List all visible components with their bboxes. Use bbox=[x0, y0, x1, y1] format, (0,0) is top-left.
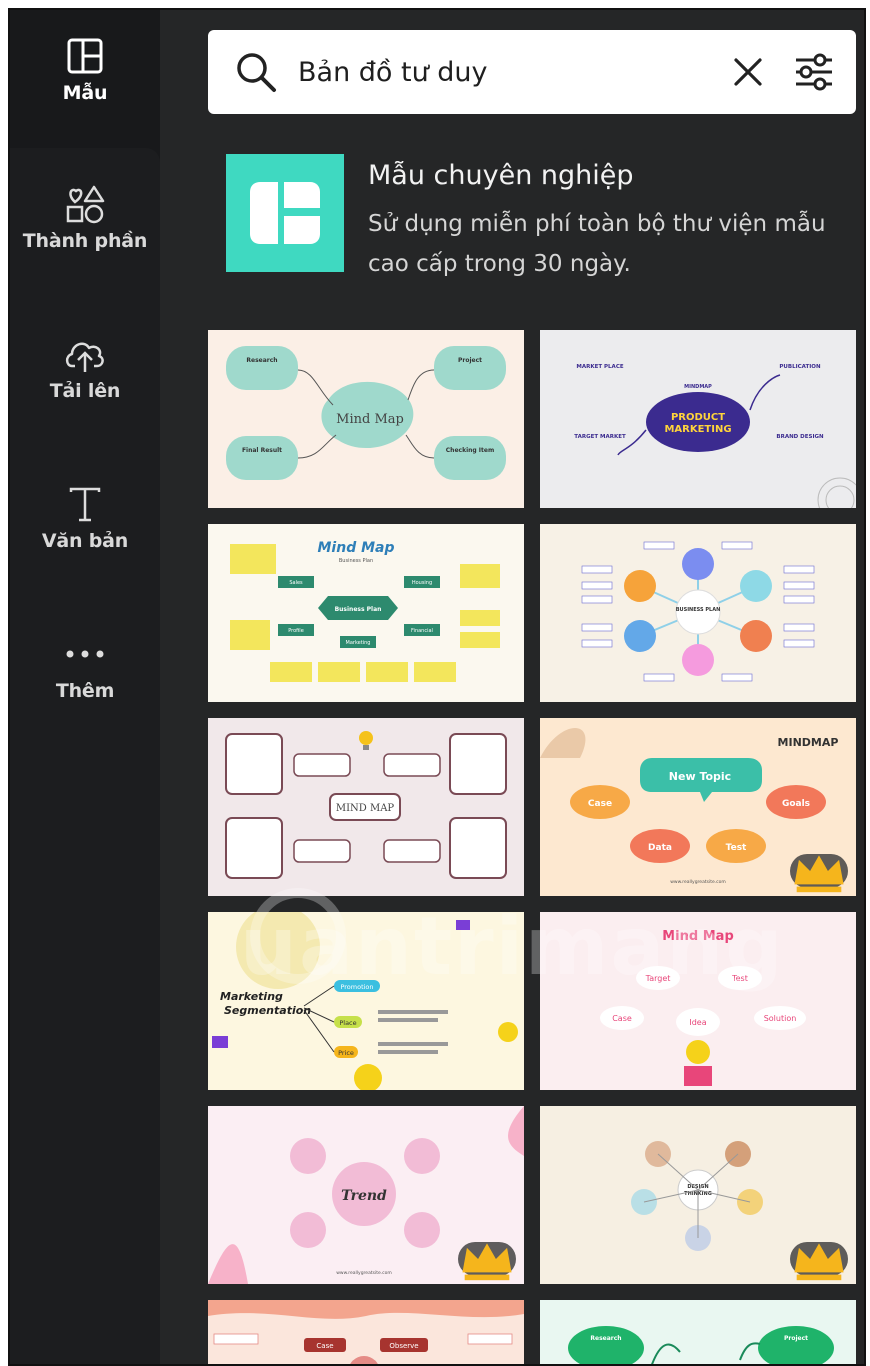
svg-text:www.reallygreatsite.com: www.reallygreatsite.com bbox=[670, 879, 726, 885]
svg-text:Research: Research bbox=[246, 357, 277, 364]
svg-text:PUBLICATION: PUBLICATION bbox=[779, 364, 821, 370]
svg-text:BUSINESS PLAN: BUSINESS PLAN bbox=[676, 607, 721, 613]
svg-text:Case: Case bbox=[588, 799, 612, 809]
text-icon bbox=[63, 482, 107, 526]
svg-text:MARKET PLACE: MARKET PLACE bbox=[576, 364, 623, 370]
svg-text:BRAND DESIGN: BRAND DESIGN bbox=[776, 434, 824, 440]
template-card[interactable]: Marketing Segmentation Promotion Place P… bbox=[208, 912, 524, 1090]
search-bar bbox=[208, 30, 856, 114]
svg-text:PRODUCT: PRODUCT bbox=[671, 412, 725, 423]
upload-cloud-icon bbox=[63, 332, 107, 376]
svg-text:Housing: Housing bbox=[412, 580, 432, 586]
template-card[interactable]: Trend www.reallygreatsite.com bbox=[208, 1106, 524, 1284]
rail-item-text[interactable]: Văn bản bbox=[10, 482, 160, 592]
svg-text:MARKETING: MARKETING bbox=[664, 424, 731, 435]
svg-text:Price: Price bbox=[338, 1049, 354, 1057]
svg-text:New Topic: New Topic bbox=[669, 770, 731, 783]
svg-text:Mind Map: Mind Map bbox=[662, 929, 734, 944]
svg-text:TARGET MARKET: TARGET MARKET bbox=[574, 434, 626, 440]
svg-text:www.reallygreatsite.com: www.reallygreatsite.com bbox=[336, 1270, 392, 1276]
filter-button[interactable] bbox=[790, 48, 838, 96]
rail-item-label: Văn bản bbox=[41, 530, 129, 552]
side-rail: Mẫu Thành phần Tải lên Văn bản Thêm bbox=[10, 10, 160, 1364]
rail-item-templates[interactable]: Mẫu bbox=[10, 34, 160, 144]
rail-item-label: Thành phần bbox=[22, 230, 148, 252]
svg-text:MINDMAP: MINDMAP bbox=[684, 384, 712, 390]
svg-text:Test: Test bbox=[726, 843, 747, 853]
rail-item-uploads[interactable]: Tải lên bbox=[10, 332, 160, 442]
rail-item-elements[interactable]: Thành phần bbox=[10, 182, 160, 292]
rail-item-label: Tải lên bbox=[49, 380, 121, 402]
svg-text:Project: Project bbox=[458, 357, 482, 364]
more-dots-icon bbox=[63, 632, 107, 676]
template-card[interactable]: Research Project bbox=[540, 1300, 856, 1364]
promo-title: Mẫu chuyên nghiệp bbox=[368, 160, 634, 191]
svg-text:Trend: Trend bbox=[341, 1188, 387, 1204]
filter-sliders-icon bbox=[796, 53, 832, 91]
template-card[interactable]: DESIGN THINKING bbox=[540, 1106, 856, 1284]
templates-panel: Mẫu Thành phần Tải lên Văn bản Thêm Bản … bbox=[8, 8, 866, 1366]
rail-item-label: Mẫu bbox=[62, 82, 108, 104]
svg-text:Idea: Idea bbox=[689, 1018, 706, 1027]
template-card[interactable]: MIND MAP bbox=[208, 718, 524, 896]
template-card[interactable]: BUSINESS PLAN bbox=[540, 524, 856, 702]
svg-text:Place: Place bbox=[339, 1019, 356, 1027]
svg-text:Sales: Sales bbox=[289, 580, 303, 586]
svg-text:DESIGN: DESIGN bbox=[687, 1184, 708, 1190]
template-card[interactable]: Mind Map Idea Target Test Case Solution bbox=[540, 912, 856, 1090]
elements-icon bbox=[63, 182, 107, 226]
rail-item-label: Thêm bbox=[55, 680, 115, 702]
svg-text:Checking Item: Checking Item bbox=[446, 447, 494, 454]
svg-text:Marketing: Marketing bbox=[220, 990, 283, 1003]
search-input[interactable] bbox=[298, 48, 708, 96]
template-card[interactable]: MINDMAP New Topic Case Goals Data Test w… bbox=[540, 718, 856, 896]
rail-item-more[interactable]: Thêm bbox=[10, 632, 160, 742]
template-center-text: Mind Map bbox=[336, 412, 404, 427]
crown-icon bbox=[790, 1242, 848, 1281]
svg-text:Business Plan: Business Plan bbox=[335, 606, 382, 613]
svg-text:Case: Case bbox=[612, 1014, 632, 1023]
svg-text:MINDMAP: MINDMAP bbox=[778, 736, 839, 749]
template-card[interactable]: Mind Map Business Plan Business Plan Sal… bbox=[208, 524, 524, 702]
svg-text:Marketing: Marketing bbox=[346, 640, 371, 646]
svg-text:Final Result: Final Result bbox=[242, 447, 282, 454]
svg-text:Project: Project bbox=[784, 1335, 808, 1342]
crown-icon bbox=[790, 854, 848, 893]
svg-text:Financial: Financial bbox=[411, 628, 433, 634]
close-icon bbox=[734, 58, 762, 86]
svg-text:Research: Research bbox=[590, 1335, 621, 1342]
canva-pro-logo-icon bbox=[226, 154, 344, 272]
svg-text:Mind Map: Mind Map bbox=[318, 540, 395, 556]
svg-text:MIND MAP: MIND MAP bbox=[336, 803, 395, 814]
svg-text:Test: Test bbox=[731, 974, 748, 983]
svg-text:Business Plan: Business Plan bbox=[339, 558, 373, 564]
clear-search-button[interactable] bbox=[728, 52, 768, 92]
svg-text:Promotion: Promotion bbox=[340, 983, 373, 991]
svg-text:Target: Target bbox=[645, 974, 671, 983]
templates-icon bbox=[63, 34, 107, 78]
crown-icon bbox=[458, 1242, 516, 1281]
svg-text:Segmentation: Segmentation bbox=[224, 1004, 311, 1017]
svg-text:Data: Data bbox=[648, 843, 672, 853]
search-icon bbox=[234, 50, 278, 94]
svg-text:Observe: Observe bbox=[389, 1342, 418, 1350]
pro-templates-promo[interactable]: Mẫu chuyên nghiệp Sử dụng miễn phí toàn … bbox=[226, 154, 856, 284]
svg-text:Case: Case bbox=[316, 1342, 333, 1350]
svg-text:Profile: Profile bbox=[288, 628, 304, 634]
template-card[interactable]: Case Observe bbox=[208, 1300, 524, 1364]
template-card[interactable]: Mind Map Research Project Final Result C… bbox=[208, 330, 524, 508]
svg-text:Solution: Solution bbox=[764, 1014, 797, 1023]
template-card[interactable]: MINDMAP PRODUCT MARKETING MARKET PLACE P… bbox=[540, 330, 856, 508]
promo-description: Sử dụng miễn phí toàn bộ thư viện mẫu ca… bbox=[368, 211, 826, 277]
